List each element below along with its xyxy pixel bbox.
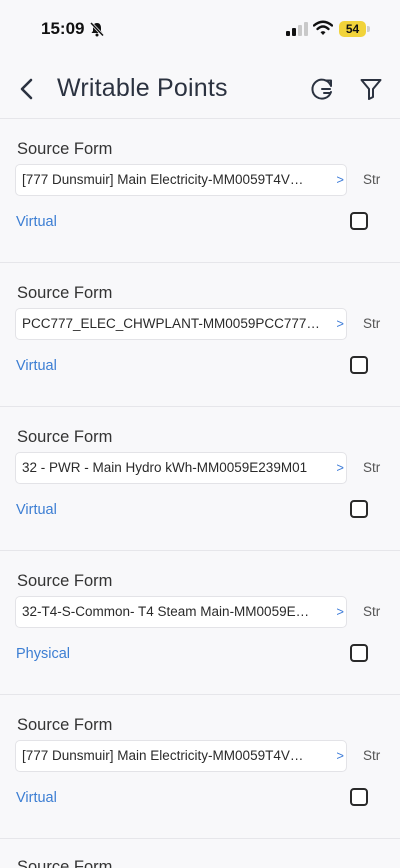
filter-icon[interactable] xyxy=(359,77,383,101)
select-checkbox[interactable] xyxy=(350,356,368,374)
trailing-label: Str xyxy=(363,460,381,475)
list-item: Source Form [777 Dunsmuir] Main Electric… xyxy=(0,118,400,262)
select-checkbox[interactable] xyxy=(350,500,368,518)
trailing-label: Str xyxy=(363,748,381,763)
list-item-partial: Source Form xyxy=(0,838,400,868)
source-form-selector[interactable]: [777 Dunsmuir] Main Electricity-MM0059T4… xyxy=(15,164,347,196)
trailing-label: Str xyxy=(363,604,381,619)
point-type: Virtual xyxy=(16,358,57,374)
select-checkbox[interactable] xyxy=(350,788,368,806)
source-form-label: Source Form xyxy=(17,716,113,734)
list-item: Source Form 32 - PWR - Main Hydro kWh-MM… xyxy=(0,406,400,550)
chevron-right-icon: > xyxy=(336,460,344,475)
source-form-label: Source Form xyxy=(17,858,113,868)
battery-icon: 54 xyxy=(339,21,370,37)
source-form-label: Source Form xyxy=(17,140,113,158)
source-form-label: Source Form xyxy=(17,428,113,446)
page-title: Writable Points xyxy=(57,74,228,102)
chevron-right-icon: > xyxy=(336,604,344,619)
trailing-label: Str xyxy=(363,172,381,187)
select-checkbox[interactable] xyxy=(350,644,368,662)
source-form-value: PCC777_ELEC_CHWPLANT-MM0059PCC777… xyxy=(22,316,320,331)
refresh-icon[interactable] xyxy=(309,76,335,102)
trailing-label: Str xyxy=(363,316,381,331)
source-form-value: [777 Dunsmuir] Main Electricity-MM0059T4… xyxy=(22,172,304,187)
bell-slash-icon xyxy=(89,21,105,37)
status-bar: 15:09 54 xyxy=(0,0,400,60)
source-form-label: Source Form xyxy=(17,284,113,302)
chevron-right-icon: > xyxy=(336,172,344,187)
select-checkbox[interactable] xyxy=(350,212,368,230)
status-time: 15:09 xyxy=(41,19,85,38)
source-form-selector[interactable]: PCC777_ELEC_CHWPLANT-MM0059PCC777… > xyxy=(15,308,347,340)
battery-level: 54 xyxy=(339,21,366,37)
point-type: Virtual xyxy=(16,790,57,806)
source-form-selector[interactable]: [777 Dunsmuir] Main Electricity-MM0059T4… xyxy=(15,740,347,772)
list-item: Source Form PCC777_ELEC_CHWPLANT-MM0059P… xyxy=(0,262,400,406)
source-form-value: 32 - PWR - Main Hydro kWh-MM0059E239M01 xyxy=(22,460,308,475)
chevron-right-icon: > xyxy=(336,748,344,763)
source-form-value: 32-T4-S-Common- T4 Steam Main-MM0059E… xyxy=(22,604,310,619)
chevron-right-icon: > xyxy=(336,316,344,331)
nav-header: Writable Points xyxy=(0,60,400,120)
point-type: Virtual xyxy=(16,502,57,518)
battery-nub xyxy=(367,26,370,32)
source-form-selector[interactable]: 32 - PWR - Main Hydro kWh-MM0059E239M01 … xyxy=(15,452,347,484)
source-form-value: [777 Dunsmuir] Main Electricity-MM0059T4… xyxy=(22,748,304,763)
point-type: Physical xyxy=(16,646,70,662)
chevron-left-icon[interactable] xyxy=(14,74,38,104)
cellular-signal-icon xyxy=(286,22,308,36)
source-form-label: Source Form xyxy=(17,572,113,590)
source-form-selector[interactable]: 32-T4-S-Common- T4 Steam Main-MM0059E… > xyxy=(15,596,347,628)
list-item: Source Form 32-T4-S-Common- T4 Steam Mai… xyxy=(0,550,400,694)
wifi-icon xyxy=(313,20,333,35)
point-type: Virtual xyxy=(16,214,57,230)
list-item: Source Form [777 Dunsmuir] Main Electric… xyxy=(0,694,400,838)
writable-points-list: Source Form [777 Dunsmuir] Main Electric… xyxy=(0,118,400,838)
